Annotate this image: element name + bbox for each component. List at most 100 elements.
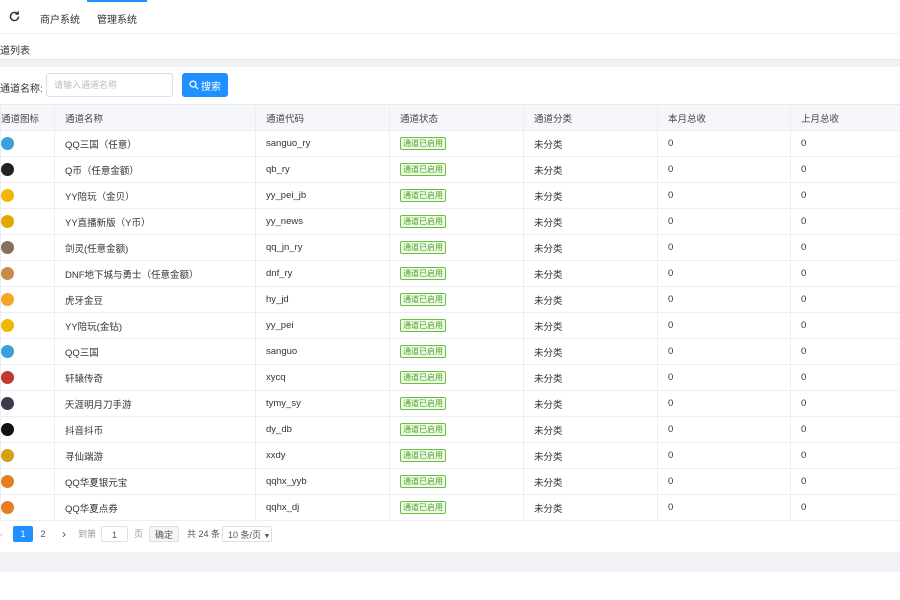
page-button-1[interactable]: 1 xyxy=(13,526,33,542)
page-size-select[interactable]: 10 条/页 ▼ xyxy=(222,526,272,542)
sanguo-icon xyxy=(1,345,14,358)
channel-code: xxdy xyxy=(255,442,390,469)
douyin-icon xyxy=(1,423,14,436)
huya-icon xyxy=(1,293,14,306)
channel-code: sanguo xyxy=(255,338,390,365)
last-month-total: 0 xyxy=(790,442,900,469)
goto-label: 到第 xyxy=(78,529,97,539)
channel-code: qqhx_dj xyxy=(255,494,390,521)
confirm-button[interactable]: 确定 xyxy=(149,526,179,542)
icon-cell xyxy=(0,468,55,495)
icon-cell xyxy=(0,416,55,443)
channel-name: YY陪玩(金钻) xyxy=(54,312,256,339)
header-last-month-total: 上月总收 xyxy=(790,104,900,131)
table-row: 天涯明月刀手游 tymy_sy 通道已启用 未分类 0 0 xyxy=(0,390,900,417)
status-cell: 通道已启用 xyxy=(389,416,524,443)
last-month-total: 0 xyxy=(790,156,900,183)
channel-category: 未分类 xyxy=(523,182,658,209)
tab-admin-system[interactable]: 管理系统 xyxy=(87,0,147,26)
footer-band xyxy=(0,552,900,572)
huaxia-icon xyxy=(1,475,14,488)
this-month-total: 0 xyxy=(657,286,791,313)
icon-cell xyxy=(0,338,55,365)
next-page-icon[interactable]: › xyxy=(62,526,70,542)
table-row: YY直播新版（Y币） yy_news 通道已启用 未分类 0 0 xyxy=(0,208,900,235)
this-month-total: 0 xyxy=(657,390,791,417)
channel-code: hy_jd xyxy=(255,286,390,313)
icon-cell xyxy=(0,208,55,235)
total-count: 共 24 条 xyxy=(187,529,221,539)
channel-category: 未分类 xyxy=(523,390,658,417)
channel-category: 未分类 xyxy=(523,364,658,391)
xuanyuan-icon xyxy=(1,371,14,384)
pagination: ‹ 1 2 › 到第 1 页 确定 共 24 条 10 条/页 ▼ xyxy=(0,520,900,550)
channel-name: YY陪玩（金贝） xyxy=(54,182,256,209)
channel-code: qb_ry xyxy=(255,156,390,183)
header-channel-category: 通道分类 xyxy=(523,104,658,131)
search-bar: 通道名称: 搜索 xyxy=(0,67,900,104)
last-month-total: 0 xyxy=(790,260,900,287)
search-icon xyxy=(189,80,199,90)
search-input[interactable] xyxy=(46,73,173,97)
search-button-label: 搜索 xyxy=(201,81,221,93)
table-row: 虎牙金豆 hy_jd 通道已启用 未分类 0 0 xyxy=(0,286,900,313)
status-cell: 通道已启用 xyxy=(389,442,524,469)
this-month-total: 0 xyxy=(657,416,791,443)
dnf-icon xyxy=(1,267,14,280)
table-row: 轩辕传奇 xycq 通道已启用 未分类 0 0 xyxy=(0,364,900,391)
this-month-total: 0 xyxy=(657,312,791,339)
search-button[interactable]: 搜索 xyxy=(182,73,228,97)
chevron-down-icon: ▼ xyxy=(263,533,271,540)
page-title: 道列表 xyxy=(0,46,30,57)
table-row: YY陪玩（金贝） yy_pei_jb 通道已启用 未分类 0 0 xyxy=(0,182,900,209)
icon-cell xyxy=(0,260,55,287)
this-month-total: 0 xyxy=(657,338,791,365)
status-badge: 通道已启用 xyxy=(400,397,446,410)
channel-category: 未分类 xyxy=(523,468,658,495)
huaxia-dj-icon xyxy=(1,501,14,514)
prev-page-icon[interactable]: ‹ xyxy=(0,526,8,542)
channel-table: 通道图标 通道名称 通道代码 通道状态 通道分类 本月总收 上月总收 QQ三国（… xyxy=(0,104,900,521)
channel-category: 未分类 xyxy=(523,442,658,469)
this-month-total: 0 xyxy=(657,156,791,183)
channel-name: 剑灵(任意金额) xyxy=(54,234,256,261)
channel-category: 未分类 xyxy=(523,234,658,261)
status-cell: 通道已启用 xyxy=(389,338,524,365)
channel-category: 未分类 xyxy=(523,286,658,313)
yy-news-icon xyxy=(1,215,14,228)
status-badge: 通道已启用 xyxy=(400,371,446,384)
status-cell: 通道已启用 xyxy=(389,312,524,339)
status-badge: 通道已启用 xyxy=(400,475,446,488)
last-month-total: 0 xyxy=(790,338,900,365)
this-month-total: 0 xyxy=(657,208,791,235)
goto-page-input[interactable]: 1 xyxy=(101,526,128,542)
status-cell: 通道已启用 xyxy=(389,286,524,313)
last-month-total: 0 xyxy=(790,182,900,209)
refresh-icon[interactable] xyxy=(8,10,21,23)
this-month-total: 0 xyxy=(657,182,791,209)
this-month-total: 0 xyxy=(657,494,791,521)
this-month-total: 0 xyxy=(657,442,791,469)
channel-category: 未分类 xyxy=(523,156,658,183)
tab-merchant-system[interactable]: 商户系统 xyxy=(40,11,80,26)
qbi-icon xyxy=(1,163,14,176)
channel-code: yy_pei_jb xyxy=(255,182,390,209)
last-month-total: 0 xyxy=(790,468,900,495)
icon-cell xyxy=(0,364,55,391)
icon-cell xyxy=(0,130,55,157)
last-month-total: 0 xyxy=(790,234,900,261)
header-channel-code: 通道代码 xyxy=(255,104,390,131)
last-month-total: 0 xyxy=(790,286,900,313)
channel-name: 抖音抖币 xyxy=(54,416,256,443)
channel-name: 轩辕传奇 xyxy=(54,364,256,391)
search-label: 通道名称: xyxy=(0,84,43,95)
this-month-total: 0 xyxy=(657,364,791,391)
status-cell: 通道已启用 xyxy=(389,260,524,287)
last-month-total: 0 xyxy=(790,312,900,339)
status-badge: 通道已启用 xyxy=(400,449,446,462)
icon-cell xyxy=(0,312,55,339)
icon-cell xyxy=(0,182,55,209)
status-cell: 通道已启用 xyxy=(389,390,524,417)
icon-cell xyxy=(0,286,55,313)
page-button-2[interactable]: 2 xyxy=(33,526,53,542)
